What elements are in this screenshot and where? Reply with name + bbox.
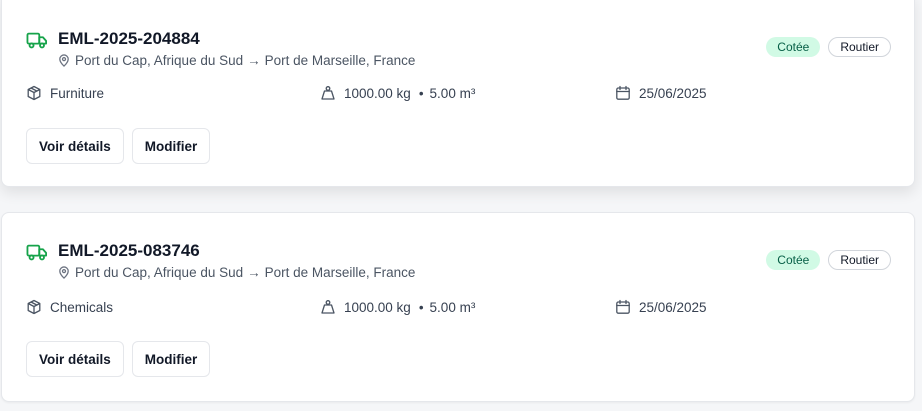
edit-button[interactable]: Modifier [131,341,211,377]
cargo-category: Furniture [26,85,104,101]
shipment-list: EML-2025-204884 Port du Cap, Afrique du … [0,0,922,411]
shipment-card: EML-2025-083746 Port du Cap, Afrique du … [1,212,915,402]
truck-icon [26,244,47,261]
meta-separator: • [418,85,424,101]
package-icon [27,85,41,101]
location-pin-icon [59,54,69,67]
shipment-route: Port du Cap, Afrique du Sud → Port de Ma… [58,53,415,68]
shipment-date: 25/06/2025 [615,299,707,315]
edit-button[interactable]: Modifier [131,128,211,164]
package-icon [27,299,41,315]
cargo-volume: 5.00 m³ [429,85,476,101]
shipment-meta: Furniture 1000.00 kg • 5.00 m³ 25/06/202… [2,85,914,103]
shipment-actions: Voir détails Modifier [26,341,211,377]
cargo-weight: 1000.00 kg [344,299,411,315]
shipment-date-text: 25/06/2025 [639,299,707,315]
calendar-icon [616,85,630,100]
weight-icon [321,86,335,100]
shipment-actions: Voir détails Modifier [26,128,211,164]
shipment-header: EML-2025-083746 Port du Cap, Afrique du … [26,240,415,280]
cargo-weight: 1000.00 kg [344,85,411,101]
cargo-weight-volume: 1000.00 kg • 5.00 m³ [320,299,475,315]
cargo-category-text: Furniture [50,85,105,101]
transport-mode-badge: Routier [828,250,891,270]
route-arrow: → [247,265,261,280]
cargo-weight-volume: 1000.00 kg • 5.00 m³ [320,85,475,101]
transport-mode-badge: Routier [828,37,891,57]
cargo-volume: 5.00 m³ [429,299,476,315]
shipment-card: EML-2025-204884 Port du Cap, Afrique du … [1,0,915,187]
view-details-button[interactable]: Voir détails [26,341,124,377]
shipment-header: EML-2025-204884 Port du Cap, Afrique du … [26,28,415,68]
cargo-category: Chemicals [26,299,113,315]
route-destination: Port de Marseille, France [264,265,416,280]
shipment-meta: Chemicals 1000.00 kg • 5.00 m³ 25/06/202… [2,299,914,317]
shipment-route: Port du Cap, Afrique du Sud → Port de Ma… [58,265,415,280]
status-badge: Cotée [766,250,821,270]
view-details-button[interactable]: Voir détails [26,128,124,164]
meta-separator: • [418,299,424,315]
shipment-reference: EML-2025-083746 [58,241,200,260]
weight-icon [321,300,335,314]
location-pin-icon [59,266,69,279]
shipment-badges: Cotée Routier [766,37,891,57]
shipment-date-text: 25/06/2025 [639,85,707,101]
calendar-icon [616,299,630,314]
cargo-category-text: Chemicals [50,299,114,315]
route-arrow: → [247,53,261,68]
route-origin: Port du Cap, Afrique du Sud [75,53,244,68]
shipment-date: 25/06/2025 [615,85,707,101]
status-badge: Cotée [766,37,821,57]
route-destination: Port de Marseille, France [264,53,416,68]
shipment-reference: EML-2025-204884 [58,29,200,48]
route-origin: Port du Cap, Afrique du Sud [75,265,244,280]
truck-icon [26,32,47,49]
shipment-badges: Cotée Routier [766,250,891,270]
